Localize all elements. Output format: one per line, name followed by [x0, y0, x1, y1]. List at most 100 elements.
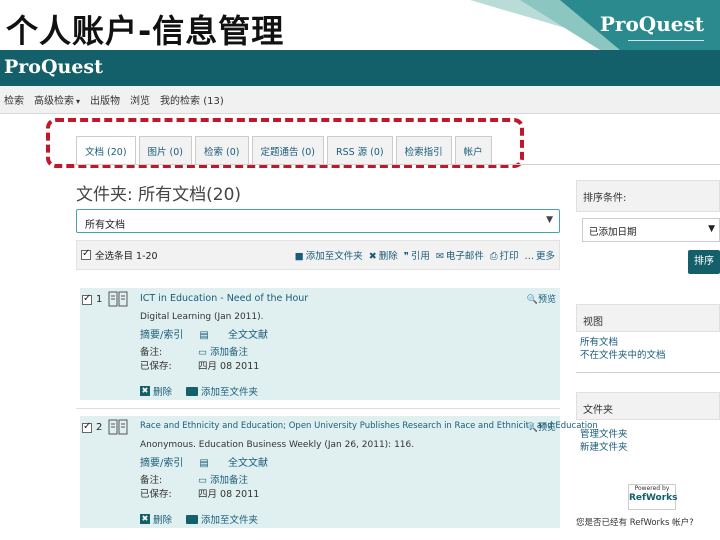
- nav-browse[interactable]: 浏览: [130, 92, 150, 107]
- delete-icon[interactable]: ✖: [140, 514, 150, 524]
- saved-label: 已保存:: [140, 361, 172, 372]
- cite-label: 引用: [410, 251, 430, 262]
- saved-label: 已保存:: [140, 489, 172, 500]
- result-checkbox[interactable]: [82, 421, 92, 433]
- preview-label: 预览: [537, 295, 556, 305]
- note-icon: ▭: [198, 347, 210, 358]
- zoom-icon: 🔍: [526, 295, 538, 305]
- result-notes: 备注: ▭ 添加备注: [140, 344, 248, 358]
- result-delete-link[interactable]: 删除: [153, 384, 172, 398]
- nav-advanced-search[interactable]: 高级检索 ▾: [34, 92, 80, 107]
- sort-select[interactable]: 已添加日期 ▼: [582, 218, 720, 242]
- app-logo[interactable]: ProQuest: [4, 56, 103, 78]
- result-add-folder-link[interactable]: 添加至文件夹: [201, 512, 258, 526]
- result-index: 1: [96, 294, 103, 305]
- folder-select-value: 所有文档: [85, 220, 125, 231]
- result-index: 2: [96, 422, 103, 433]
- result-source: Digital Learning (Jan 2011).: [140, 312, 264, 322]
- tab-searches[interactable]: 检索 (0): [195, 136, 249, 164]
- result-actions: ✖ 删除 添加至文件夹: [140, 384, 258, 398]
- saved-date: 四月 08 2011: [198, 361, 260, 372]
- result-number: 1: [82, 293, 103, 305]
- tab-rss[interactable]: RSS 源 (0): [326, 136, 393, 164]
- email-button[interactable]: ✉ 电子邮件: [436, 248, 484, 262]
- email-icon: ✉: [435, 251, 444, 262]
- result-item: 2 Race and Ethnicity and Education; Open…: [80, 416, 598, 528]
- nav-advanced-search-label: 高级检索: [34, 96, 74, 107]
- print-button[interactable]: ⎙ 打印: [490, 248, 519, 262]
- nav-search[interactable]: 检索: [4, 92, 24, 107]
- fulltext-link[interactable]: ▤ 全文文献: [199, 454, 284, 469]
- add-to-folder-label: 添加至文件夹: [305, 251, 363, 262]
- delete-icon[interactable]: ✖: [140, 386, 150, 396]
- result-saved: 已保存: 四月 08 2011: [140, 358, 259, 372]
- add-note-link[interactable]: ▭ 添加备注: [198, 344, 248, 358]
- preview-button[interactable]: 🔍预览: [527, 292, 556, 305]
- tab-alerts[interactable]: 定题通告 (0): [251, 136, 324, 164]
- delete-icon: ✖: [368, 251, 377, 262]
- tab-account[interactable]: 帐户: [454, 136, 492, 164]
- refworks-badge[interactable]: Powered by RefWorks: [628, 484, 678, 510]
- result-saved: 已保存: 四月 08 2011: [140, 486, 259, 500]
- abstract-link[interactable]: 摘要/索引: [140, 454, 183, 469]
- print-label: 打印: [499, 251, 519, 262]
- app-header: ProQuest: [0, 50, 720, 86]
- sort-select-value: 已添加日期: [589, 227, 637, 238]
- result-links: 摘要/索引 ▤ 全文文献: [140, 454, 300, 469]
- preview-button[interactable]: 🔍预览: [527, 420, 556, 433]
- more-label: 更多: [535, 251, 555, 262]
- view-unfiled-documents[interactable]: 不在文件夹中的文档: [580, 349, 666, 362]
- manage-folders-link[interactable]: 管理文件夹: [580, 428, 628, 441]
- print-icon: ⎙: [489, 251, 498, 262]
- more-icon: …: [524, 251, 534, 262]
- more-button[interactable]: … 更多: [524, 248, 555, 262]
- slide-title: 个人账户-信息管理: [6, 12, 285, 50]
- result-delete-link[interactable]: 删除: [153, 512, 172, 526]
- view-panel-header: 视图: [576, 304, 720, 332]
- email-label: 电子邮件: [445, 251, 484, 262]
- add-to-folder-button[interactable]: ■ 添加至文件夹: [295, 248, 363, 262]
- result-actions: ✖ 删除 添加至文件夹: [140, 512, 258, 526]
- nav-my-searches[interactable]: 我的检索 (13): [160, 92, 224, 107]
- result-title-link[interactable]: ICT in Education - Need of the Hour: [140, 293, 308, 304]
- sort-button[interactable]: 排序: [688, 250, 720, 274]
- result-source: Anonymous. Education Business Weekly (Ja…: [140, 440, 415, 450]
- notes-label: 备注:: [140, 347, 163, 358]
- slide-logo: ProQuest: [599, 12, 704, 36]
- add-note-label: 添加备注: [210, 347, 249, 358]
- main-nav: 检索 高级检索 ▾ 出版物 浏览 我的检索 (13): [0, 86, 720, 114]
- view-all-documents[interactable]: 所有文档: [580, 336, 666, 349]
- results-toolbar: 全选条目 1-20 ■添加至文件夹 ✖删除 ❞引用 ✉电子邮件 ⎙打印 …更多: [76, 240, 560, 270]
- folder-select[interactable]: 所有文档 ▼: [76, 209, 560, 233]
- folders-label: 文件夹: [583, 405, 613, 416]
- new-folder-link[interactable]: 新建文件夹: [580, 441, 628, 454]
- folder-icon: [186, 386, 199, 396]
- select-all-checkbox[interactable]: [81, 248, 91, 260]
- slide-logo-underline: [628, 40, 704, 41]
- folder-list: 管理文件夹 新建文件夹: [580, 428, 628, 454]
- tab-images[interactable]: 图片 (0): [138, 136, 193, 164]
- cite-button[interactable]: ❞ 引用: [404, 248, 430, 262]
- sort-panel-header: 排序条件:: [576, 180, 720, 212]
- document-icon: ▤: [199, 458, 213, 469]
- tab-documents[interactable]: 文档 (20): [76, 136, 136, 164]
- nav-publications[interactable]: 出版物: [90, 92, 120, 107]
- caret-down-icon: ▼: [546, 215, 553, 225]
- fulltext-link[interactable]: ▤ 全文文献: [199, 326, 284, 341]
- view-list: 所有文档 不在文件夹中的文档: [580, 336, 666, 362]
- abstract-link[interactable]: 摘要/索引: [140, 326, 183, 341]
- folder-icon: [186, 514, 199, 524]
- refworks-logo: RefWorks: [629, 493, 678, 503]
- saved-date: 四月 08 2011: [198, 489, 260, 500]
- sort-label: 排序条件:: [583, 193, 627, 204]
- refworks-caption[interactable]: 您是否已经有 RefWorks 帐户?: [576, 516, 694, 528]
- delete-button[interactable]: ✖ 删除: [369, 248, 398, 262]
- book-icon: [108, 419, 128, 435]
- tab-search-guide[interactable]: 检索指引: [395, 136, 452, 164]
- view-label: 视图: [583, 317, 603, 328]
- result-checkbox[interactable]: [82, 293, 92, 305]
- note-icon: ▭: [198, 475, 210, 486]
- add-note-link[interactable]: ▭ 添加备注: [198, 472, 248, 486]
- result-add-folder-link[interactable]: 添加至文件夹: [201, 384, 258, 398]
- document-icon: ▤: [199, 330, 213, 341]
